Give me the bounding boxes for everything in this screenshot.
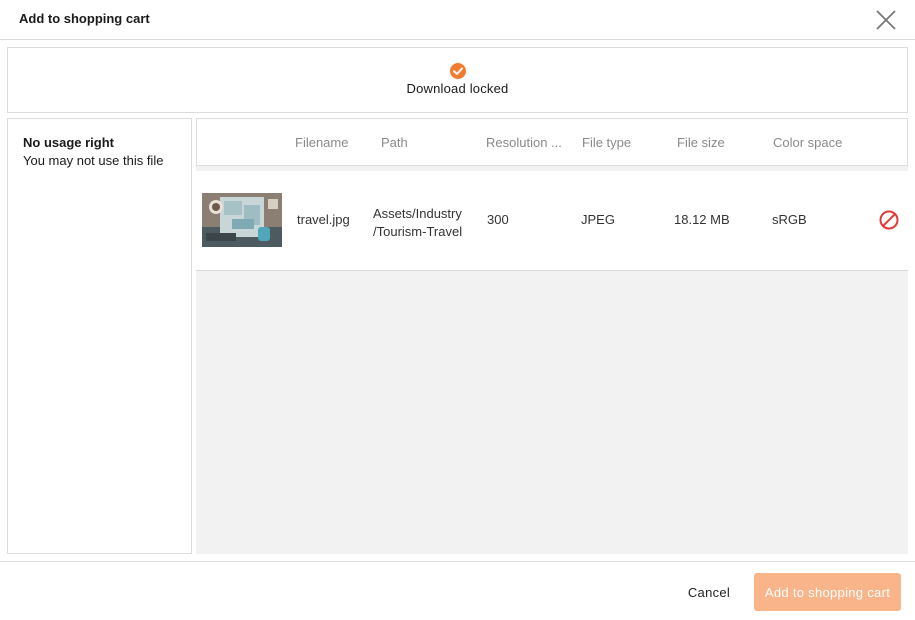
dialog-footer: Cancel Add to shopping cart xyxy=(0,561,915,620)
column-header-resolution[interactable]: Resolution ... xyxy=(486,135,578,150)
usage-subtitle: You may not use this file xyxy=(23,153,164,168)
usage-title: No usage right xyxy=(23,135,115,150)
dialog-title: Add to shopping cart xyxy=(19,11,150,26)
file-size-cell: 18.12 MB xyxy=(674,212,730,227)
table-header: Filename Path Resolution ... File type F… xyxy=(196,118,908,166)
cancel-button[interactable]: Cancel xyxy=(680,574,738,610)
add-to-cart-dialog: Add to shopping cart Download locked No … xyxy=(0,0,915,620)
file-type-cell: JPEG xyxy=(581,212,615,227)
column-header-file-type[interactable]: File type xyxy=(582,135,631,150)
column-header-path[interactable]: Path xyxy=(381,135,408,150)
travel-photo-thumbnail xyxy=(202,193,282,247)
resolution-cell: 300 xyxy=(487,212,509,227)
blocked-icon[interactable] xyxy=(878,209,900,231)
usage-rights-panel: No usage right You may not use this file xyxy=(7,118,192,554)
file-table: Filename Path Resolution ... File type F… xyxy=(196,118,908,554)
table-row[interactable]: travel.jpg Assets/Industry /Tourism-Trav… xyxy=(196,171,908,271)
column-header-file-size[interactable]: File size xyxy=(677,135,725,150)
download-locked-notice: Download locked xyxy=(7,47,908,113)
path-cell-line1: Assets/Industry xyxy=(373,206,462,221)
path-cell-line2: /Tourism-Travel xyxy=(373,224,463,239)
color-space-cell: sRGB xyxy=(772,212,807,227)
notice-text: Download locked xyxy=(406,81,509,96)
column-header-color-space[interactable]: Color space xyxy=(773,135,842,150)
filename-cell: travel.jpg xyxy=(297,212,350,227)
add-to-shopping-cart-button[interactable]: Add to shopping cart xyxy=(754,573,901,611)
column-header-filename[interactable]: Filename xyxy=(295,135,348,150)
close-icon[interactable] xyxy=(874,8,898,32)
dialog-header: Add to shopping cart xyxy=(0,0,915,40)
check-circle-icon xyxy=(449,62,467,80)
